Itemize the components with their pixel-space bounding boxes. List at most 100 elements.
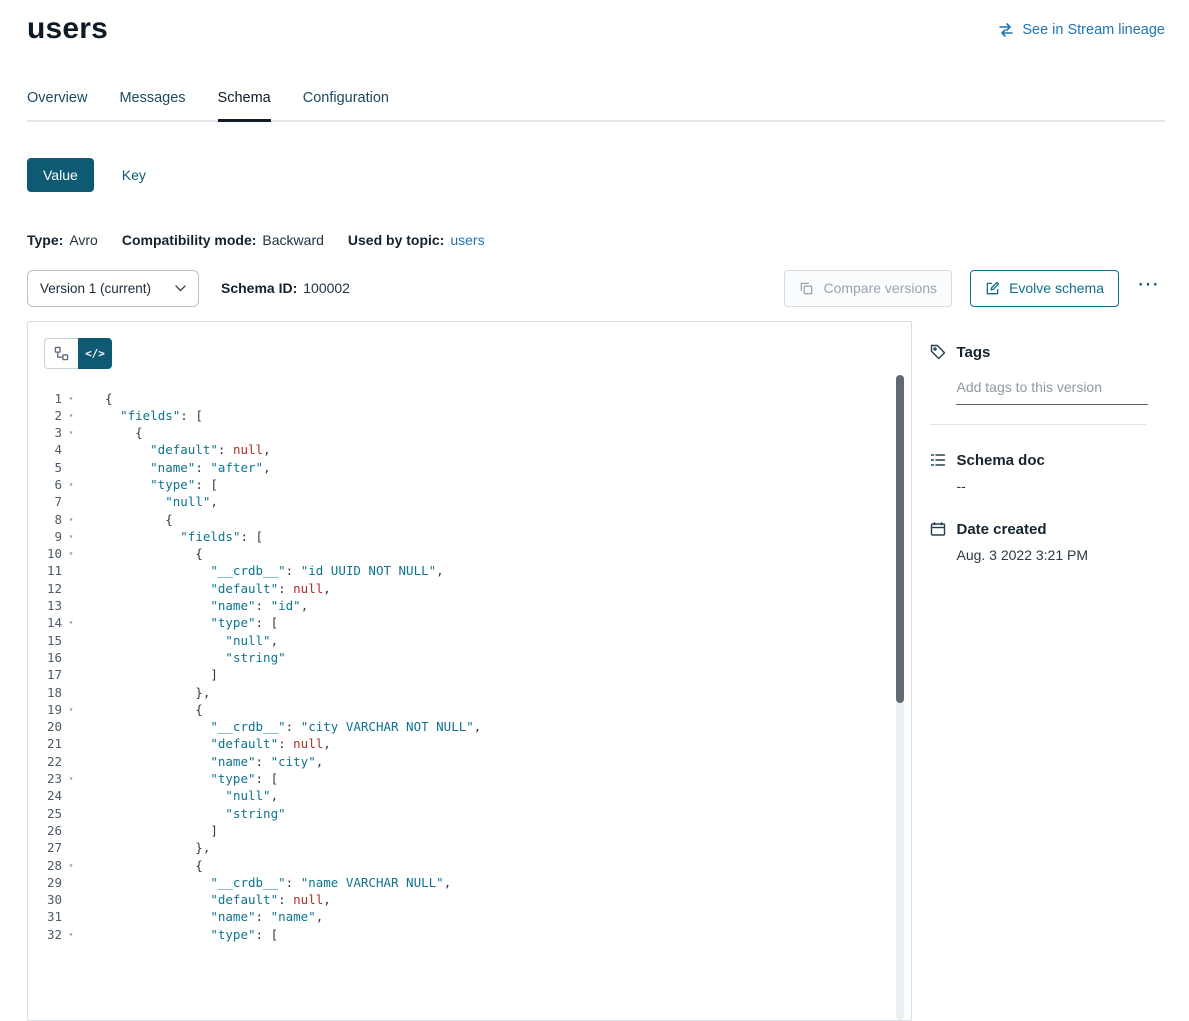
code-text: { (105, 511, 173, 528)
collapse-toggle-icon[interactable]: ▾ (64, 545, 78, 562)
code-text: "name": "after", (105, 459, 271, 476)
version-select[interactable]: Version 1 (current) (27, 270, 199, 307)
code-line: 25▾ "string" (44, 805, 911, 822)
code-line: 14▾ "type": [ (44, 614, 911, 631)
code-view-button[interactable]: </> (78, 338, 112, 369)
line-number: 29 (44, 874, 62, 891)
code-line: 5▾ "name": "after", (44, 459, 911, 476)
line-number: 19 (44, 701, 62, 718)
tab-bar: Overview Messages Schema Configuration (27, 90, 1165, 122)
schema-meta: Type:Avro Compatibility mode:Backward Us… (27, 232, 1165, 248)
code-line: 11▾ "__crdb__": "id UUID NOT NULL", (44, 562, 911, 579)
line-number: 18 (44, 684, 62, 701)
code-line: 7▾ "null", (44, 493, 911, 510)
code-text: "type": [ (105, 614, 278, 631)
schema-id-label: Schema ID: (221, 280, 297, 296)
date-created-title: Date created (956, 521, 1046, 538)
line-number: 4 (44, 441, 62, 458)
compare-icon (799, 281, 814, 296)
tab-messages[interactable]: Messages (119, 90, 185, 120)
code-line: 16▾ "string" (44, 649, 911, 666)
code-line: 4▾ "default": null, (44, 441, 911, 458)
line-number: 26 (44, 822, 62, 839)
compare-versions-button[interactable]: Compare versions (784, 270, 952, 307)
line-number: 12 (44, 580, 62, 597)
line-number: 21 (44, 735, 62, 752)
evolve-schema-button[interactable]: Evolve schema (970, 270, 1119, 307)
code-line: 31▾ "name": "name", (44, 908, 911, 925)
line-number: 3 (44, 424, 62, 441)
date-created-icon (930, 521, 946, 537)
tags-title: Tags (956, 344, 990, 361)
code-line: 23▾ "type": [ (44, 770, 911, 787)
collapse-toggle-icon[interactable]: ▾ (64, 528, 78, 545)
key-toggle-button[interactable]: Key (122, 167, 146, 183)
collapse-toggle-icon[interactable]: ▾ (64, 770, 78, 787)
collapse-toggle-icon[interactable]: ▾ (64, 407, 78, 424)
collapse-toggle-icon[interactable]: ▾ (64, 390, 78, 407)
topic-link[interactable]: users (450, 232, 484, 248)
line-number: 6 (44, 476, 62, 493)
editor-scrollbar-thumb[interactable] (896, 375, 904, 703)
code-line: 15▾ "null", (44, 632, 911, 649)
collapse-toggle-icon[interactable]: ▾ (64, 424, 78, 441)
tree-view-button[interactable] (44, 338, 78, 369)
editor-view-toggle: </> (44, 338, 112, 369)
code-text: "null", (105, 632, 278, 649)
editor-scrollbar[interactable] (896, 375, 904, 1020)
sidebar-divider (930, 424, 1146, 425)
line-number: 1 (44, 390, 62, 407)
line-number: 7 (44, 493, 62, 510)
version-select-value: Version 1 (current) (40, 281, 151, 296)
code-line: 1▾{ (44, 390, 911, 407)
line-number: 20 (44, 718, 62, 735)
code-text: "name": "name", (105, 908, 323, 925)
code-text: "__crdb__": "city VARCHAR NOT NULL", (105, 718, 481, 735)
code-line: 30▾ "default": null, (44, 891, 911, 908)
collapse-toggle-icon[interactable]: ▾ (64, 926, 78, 943)
used-by-topic-label: Used by topic: (348, 232, 444, 248)
code-text: }, (105, 839, 210, 856)
line-number: 9 (44, 528, 62, 545)
page-title: users (27, 12, 108, 46)
tag-icon (930, 344, 946, 360)
code-line: 29▾ "__crdb__": "name VARCHAR NULL", (44, 874, 911, 891)
schema-doc-icon (930, 452, 946, 468)
line-number: 5 (44, 459, 62, 476)
tab-overview[interactable]: Overview (27, 90, 87, 120)
code-line: 20▾ "__crdb__": "city VARCHAR NOT NULL", (44, 718, 911, 735)
code-line: 13▾ "name": "id", (44, 597, 911, 614)
code-text: "name": "id", (105, 597, 308, 614)
code-text: "string" (105, 805, 286, 822)
line-number: 28 (44, 857, 62, 874)
tab-schema[interactable]: Schema (218, 90, 271, 122)
collapse-toggle-icon[interactable]: ▾ (64, 701, 78, 718)
line-number: 25 (44, 805, 62, 822)
tree-view-icon (54, 346, 69, 361)
type-label: Type: (27, 232, 63, 248)
code-text: "null", (105, 493, 218, 510)
code-text: "string" (105, 649, 286, 666)
line-number: 10 (44, 545, 62, 562)
collapse-toggle-icon[interactable]: ▾ (64, 511, 78, 528)
collapse-toggle-icon[interactable]: ▾ (64, 857, 78, 874)
value-toggle-button[interactable]: Value (27, 158, 94, 192)
tags-input[interactable] (956, 375, 1148, 405)
code-text: "default": null, (105, 735, 331, 752)
collapse-toggle-icon[interactable]: ▾ (64, 476, 78, 493)
code-line: 9▾ "fields": [ (44, 528, 911, 545)
code-line: 22▾ "name": "city", (44, 753, 911, 770)
code-text: "type": [ (105, 476, 218, 493)
code-line: 8▾ { (44, 511, 911, 528)
line-number: 15 (44, 632, 62, 649)
collapse-toggle-icon[interactable]: ▾ (64, 614, 78, 631)
stream-lineage-link[interactable]: See in Stream lineage (998, 22, 1165, 38)
line-number: 31 (44, 908, 62, 925)
tab-configuration[interactable]: Configuration (303, 90, 389, 120)
code-line: 17▾ ] (44, 666, 911, 683)
code-text: "name": "city", (105, 753, 323, 770)
more-actions-button[interactable]: ⋯ (1133, 273, 1165, 303)
schema-id-value: 100002 (303, 280, 350, 296)
compatibility-label: Compatibility mode: (122, 232, 257, 248)
line-number: 32 (44, 926, 62, 943)
